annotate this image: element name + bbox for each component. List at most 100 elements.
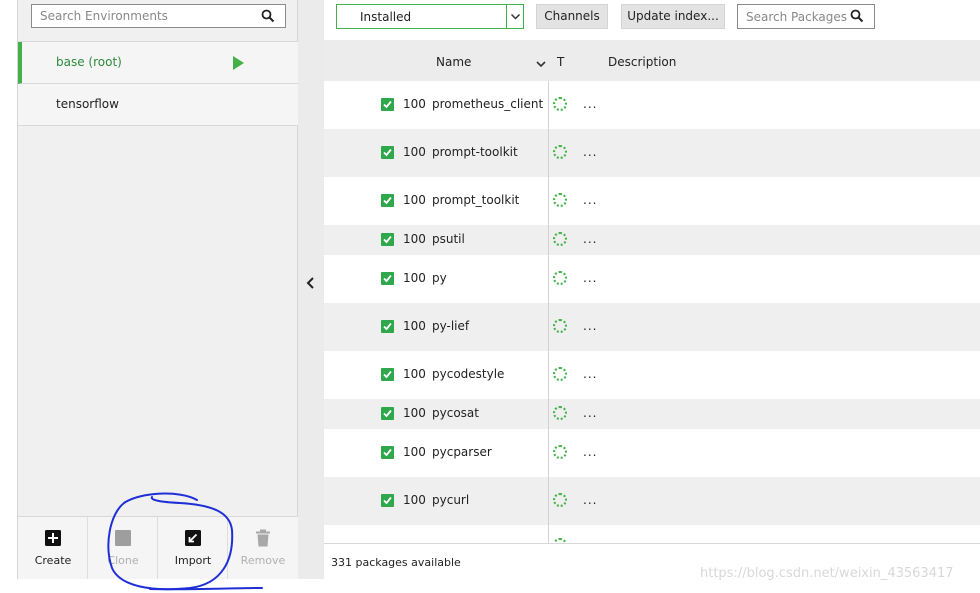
package-name: prompt_toolkit — [432, 193, 520, 207]
table-row[interactable]: 100 pycodestyle... — [324, 351, 980, 399]
install-percent: 100 — [403, 493, 426, 507]
table-row[interactable]: 100 prompt-toolkit... — [324, 129, 980, 177]
loading-spinner-icon — [553, 445, 567, 459]
loading-spinner-icon — [553, 367, 567, 381]
environment-label: tensorflow — [56, 97, 119, 111]
package-description: ... — [583, 232, 598, 246]
package-filter-dropdown[interactable]: Installed — [336, 4, 524, 29]
loading-spinner-icon — [553, 145, 567, 159]
column-separator — [548, 225, 549, 255]
remove-button[interactable]: Remove — [228, 517, 298, 579]
package-name: pycodestyle — [432, 367, 505, 381]
update-index-button[interactable]: Update index... — [621, 4, 725, 29]
checkbox-checked-icon[interactable] — [381, 146, 394, 159]
clone-button[interactable]: Clone — [88, 517, 158, 579]
sort-chevron-icon[interactable] — [536, 57, 546, 68]
import-button[interactable]: Import — [158, 517, 228, 579]
loading-spinner-icon — [553, 319, 567, 333]
checkbox-checked-icon[interactable] — [381, 368, 394, 381]
checkbox-checked-icon[interactable] — [381, 98, 394, 111]
packages-table: Name T Description 100 prometheus_client.… — [324, 40, 980, 543]
channels-button[interactable]: Channels — [536, 4, 608, 29]
packages-search-input[interactable] — [738, 5, 848, 28]
search-icon[interactable] — [850, 9, 864, 26]
create-button[interactable]: Create — [18, 517, 88, 579]
column-separator — [548, 399, 549, 429]
clone-icon — [114, 529, 132, 547]
checkbox-checked-icon[interactable] — [381, 194, 394, 207]
environment-item-base[interactable]: base (root) — [18, 42, 298, 84]
package-description: ... — [583, 193, 598, 207]
create-label: Create — [34, 554, 72, 567]
table-row[interactable]: 100 pycurl... — [324, 477, 980, 525]
play-icon[interactable] — [233, 56, 244, 70]
column-header-name[interactable]: Name — [436, 55, 471, 69]
package-name: pycosat — [432, 406, 479, 420]
package-name: psutil — [432, 232, 465, 246]
column-separator — [548, 303, 549, 351]
table-row[interactable]: 100 py... — [324, 255, 980, 303]
table-row[interactable]: 100 py-lief... — [324, 303, 980, 351]
loading-spinner-icon — [553, 493, 567, 507]
package-description: ... — [583, 367, 598, 381]
import-label: Import — [174, 554, 212, 567]
column-separator — [548, 351, 549, 399]
table-row[interactable]: 100 psutil... — [324, 225, 980, 255]
environments-panel: base (root) tensorflow Create Clone Impo… — [17, 0, 298, 579]
checkbox-checked-icon[interactable] — [381, 233, 394, 246]
package-name: py — [432, 271, 447, 285]
environment-actions-bar: Create Clone Import Remove — [18, 516, 298, 579]
package-name: pycurl — [432, 493, 470, 507]
search-icon[interactable] — [261, 9, 275, 26]
package-description: ... — [583, 406, 598, 420]
column-separator — [548, 255, 549, 303]
column-header-type[interactable]: T — [557, 55, 564, 69]
import-icon — [184, 529, 202, 547]
column-separator — [548, 177, 549, 225]
package-description: ... — [583, 319, 598, 333]
package-description: ... — [583, 445, 598, 459]
checkbox-checked-icon[interactable] — [381, 407, 394, 420]
clone-label: Clone — [107, 554, 139, 567]
table-row[interactable]: 100 pycparser... — [324, 429, 980, 477]
environment-item-tensorflow[interactable]: tensorflow — [18, 84, 298, 126]
table-row[interactable] — [324, 525, 980, 543]
environments-search-input[interactable] — [32, 5, 252, 27]
packages-toolbar: Installed Channels Update index... — [324, 0, 980, 40]
package-name: py-lief — [432, 319, 470, 333]
checkbox-checked-icon[interactable] — [381, 494, 394, 507]
remove-label: Remove — [240, 554, 286, 567]
package-filter-value: Installed — [360, 10, 412, 24]
install-percent: 100 — [403, 445, 426, 459]
packages-search-box[interactable] — [737, 4, 875, 29]
install-percent: 100 — [403, 145, 426, 159]
table-row[interactable]: 100 prometheus_client... — [324, 81, 980, 129]
watermark-text: https://blog.csdn.net/weixin_43563417 — [700, 566, 954, 581]
loading-spinner-icon — [553, 406, 567, 420]
package-description: ... — [583, 271, 598, 285]
chevron-left-icon[interactable] — [306, 277, 316, 289]
install-percent: 100 — [403, 367, 426, 381]
checkbox-checked-icon[interactable] — [381, 272, 394, 285]
trash-icon — [254, 529, 272, 547]
install-percent: 100 — [403, 271, 426, 285]
package-description: ... — [583, 493, 598, 507]
environments-search-box[interactable] — [31, 4, 286, 28]
install-percent: 100 — [403, 406, 426, 420]
chevron-down-icon[interactable] — [506, 5, 523, 28]
collapse-panel-strip[interactable] — [298, 0, 324, 579]
checkbox-checked-icon[interactable] — [381, 320, 394, 333]
loading-spinner-icon — [553, 271, 567, 285]
package-description: ... — [583, 97, 598, 111]
package-name: prompt-toolkit — [432, 145, 518, 159]
package-description: ... — [583, 145, 598, 159]
table-row[interactable]: 100 pycosat... — [324, 399, 980, 429]
table-header: Name T Description — [324, 40, 980, 81]
loading-spinner-icon — [553, 97, 567, 111]
checkbox-checked-icon[interactable] — [381, 446, 394, 459]
column-header-description[interactable]: Description — [608, 55, 676, 69]
table-row[interactable]: 100 prompt_toolkit... — [324, 177, 980, 225]
column-separator — [548, 81, 549, 129]
column-separator — [548, 477, 549, 525]
install-percent: 100 — [403, 193, 426, 207]
